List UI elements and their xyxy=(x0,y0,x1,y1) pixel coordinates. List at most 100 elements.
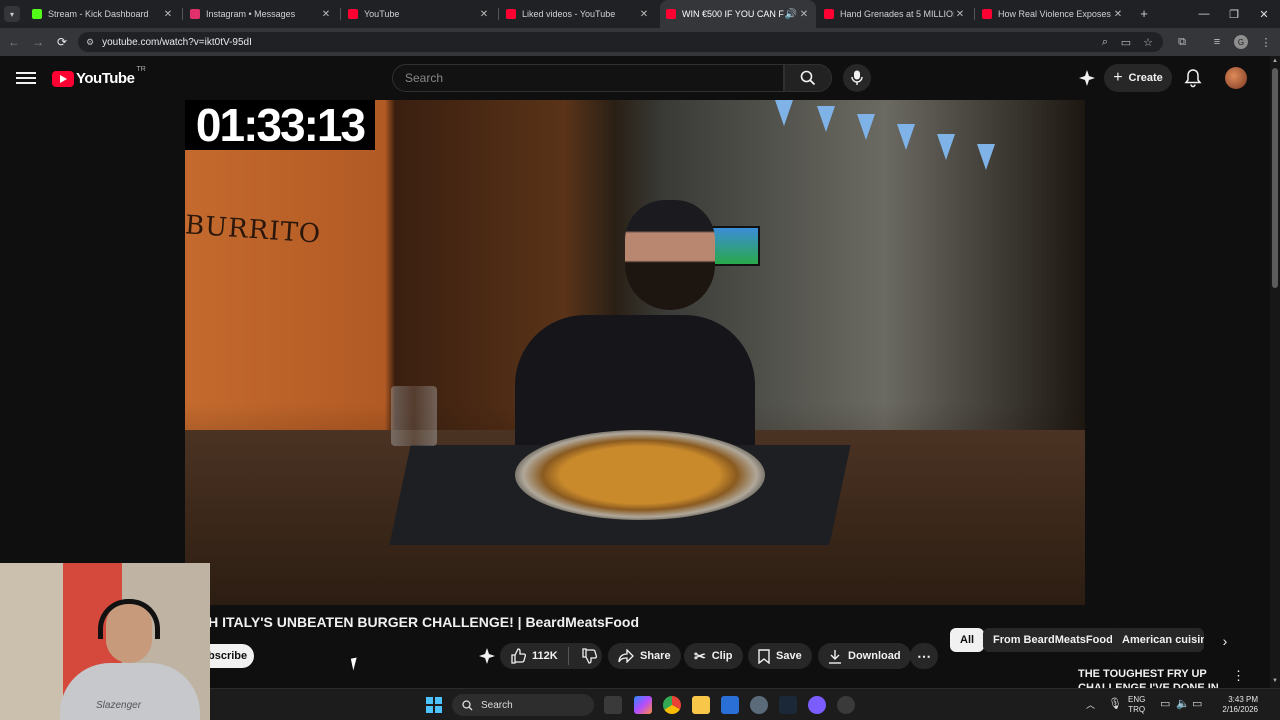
site-info-icon[interactable]: ⚙ xyxy=(86,37,94,48)
scroll-down-icon[interactable]: ▼ xyxy=(1272,678,1278,684)
back-icon[interactable]: ← xyxy=(4,32,24,52)
chip-all[interactable]: All xyxy=(950,628,985,652)
more-actions-icon[interactable]: ⋯ xyxy=(910,643,938,669)
volume-icon[interactable]: 🔈 xyxy=(1176,697,1190,710)
audio-playing-icon[interactable]: 🔊 xyxy=(784,9,798,20)
browser-toolbar: ← → ⟳ ⚙ youtube.com/watch?v=ikt0tV-95dI … xyxy=(0,28,1280,56)
address-bar[interactable]: ⚙ youtube.com/watch?v=ikt0tV-95dI xyxy=(78,32,1163,52)
tray-overflow-icon[interactable]: ︿ xyxy=(1086,698,1095,711)
notifications-bell-icon[interactable] xyxy=(1184,68,1202,88)
close-tab-icon[interactable]: ✕ xyxy=(954,9,966,20)
photos-app-icon[interactable] xyxy=(721,696,739,714)
youtube-logo[interactable]: YouTube TR xyxy=(52,66,146,87)
close-tab-icon[interactable]: ✕ xyxy=(320,9,332,20)
scroll-up-icon[interactable]: ▲ xyxy=(1272,58,1278,64)
bookmark-star-icon[interactable]: ☆ xyxy=(1138,32,1158,52)
tray-microphone-icon[interactable]: 🎙 xyxy=(1108,697,1122,710)
close-window-icon[interactable]: ✕ xyxy=(1248,0,1280,28)
taskbar-search[interactable]: Search xyxy=(452,694,594,716)
browser-menu-icon[interactable]: ⋮ xyxy=(1256,32,1276,52)
ai-ask-icon[interactable] xyxy=(478,647,496,665)
share-label: Share xyxy=(640,650,671,662)
user-avatar[interactable] xyxy=(1225,67,1247,89)
youtube-favicon-icon xyxy=(982,9,992,19)
restore-icon[interactable]: ❐ xyxy=(1218,0,1250,28)
copilot-icon[interactable] xyxy=(634,696,652,714)
headset-icon xyxy=(98,599,160,639)
plus-icon: + xyxy=(1113,69,1123,86)
recommendation-menu-icon[interactable]: ⋮ xyxy=(1232,668,1245,684)
scissors-icon: ✂ xyxy=(694,647,706,664)
tab-instagram-messages[interactable]: Instagram • Messages ✕ xyxy=(184,0,338,28)
chrome-icon[interactable] xyxy=(663,696,681,714)
save-button[interactable]: Save xyxy=(748,643,812,669)
search-placeholder: Search xyxy=(405,71,444,85)
cast-icon[interactable]: ▭ xyxy=(1116,32,1136,52)
tab-liked-videos[interactable]: Liked videos - YouTube ✕ xyxy=(500,0,656,28)
ai-sparkle-icon[interactable] xyxy=(1078,69,1096,87)
language-code: ENG xyxy=(1128,695,1146,704)
youtube-favicon-icon xyxy=(506,9,516,19)
video-player[interactable]: BURRITO 01:33:13 xyxy=(185,100,1085,605)
search-button[interactable] xyxy=(784,64,832,92)
country-code: TR xyxy=(136,66,146,73)
hamburger-menu-icon[interactable] xyxy=(16,68,36,88)
close-tab-icon[interactable]: ✕ xyxy=(638,9,650,20)
tab-active-video[interactable]: WIN €500 IF YOU CAN FINI 🔊 ✕ xyxy=(660,0,816,28)
media-player-icon[interactable] xyxy=(808,696,826,714)
clock[interactable]: 3:43 PM 2/16/2026 xyxy=(1214,695,1258,715)
recommendation-title[interactable]: THE TOUGHEST FRY UP CHALLENGE I'VE DONE … xyxy=(1078,667,1228,688)
create-label: Create xyxy=(1128,72,1163,84)
task-view-icon[interactable] xyxy=(604,696,622,714)
minimize-icon[interactable]: — xyxy=(1188,0,1220,28)
scroll-thumb[interactable] xyxy=(1272,68,1278,288)
close-tab-icon[interactable]: ✕ xyxy=(162,9,174,20)
create-button[interactable]: + Create xyxy=(1104,64,1172,92)
tab-hand-grenades[interactable]: Hand Grenades at 5 MILLION F ✕ xyxy=(818,0,972,28)
chevron-right-icon[interactable]: › xyxy=(1214,630,1236,652)
dislike-button[interactable] xyxy=(575,648,597,664)
clip-button[interactable]: ✂ Clip xyxy=(684,643,743,669)
clock-time: 3:43 PM xyxy=(1228,695,1258,704)
reload-icon[interactable]: ⟳ xyxy=(52,32,72,52)
page-scrollbar[interactable]: ▲ ▼ xyxy=(1270,56,1280,688)
tab-title: Hand Grenades at 5 MILLION F xyxy=(840,9,954,19)
zoom-icon[interactable]: ⌕ xyxy=(1095,32,1115,52)
chip-american-cuisine[interactable]: American cuisine xyxy=(1112,628,1204,652)
tab-search-dropdown-icon[interactable]: ▾ xyxy=(4,6,20,22)
new-tab-button[interactable]: + xyxy=(1136,6,1152,22)
microphone-icon xyxy=(851,70,863,85)
webcam-person-torso xyxy=(60,663,200,720)
voice-search-button[interactable] xyxy=(843,64,871,92)
forward-icon[interactable]: → xyxy=(28,32,48,52)
video-scene-glass xyxy=(391,386,437,446)
search-input[interactable]: Search xyxy=(392,64,784,92)
like-button[interactable]: 112K xyxy=(510,648,558,664)
tab-kick-dashboard[interactable]: Stream - Kick Dashboard ✕ xyxy=(26,0,180,28)
close-tab-icon[interactable]: ✕ xyxy=(1112,9,1124,20)
extensions-icon[interactable]: ⧉ xyxy=(1172,32,1192,52)
tab-youtube[interactable]: YouTube ✕ xyxy=(342,0,496,28)
profile-avatar[interactable]: G xyxy=(1234,35,1248,49)
settings-gear-icon[interactable] xyxy=(750,696,768,714)
network-icon[interactable]: ▭ xyxy=(1160,697,1170,710)
close-tab-icon[interactable]: ✕ xyxy=(798,9,810,20)
close-tab-icon[interactable]: ✕ xyxy=(478,9,490,20)
tab-title: WIN €500 IF YOU CAN FINI xyxy=(682,9,784,19)
recommendation-thumbnail[interactable] xyxy=(948,666,1072,688)
battery-icon[interactable]: ▭ xyxy=(1192,697,1202,710)
chip-from-channel[interactable]: From BeardMeatsFood xyxy=(983,628,1123,652)
language-indicator[interactable]: ENG TRQ xyxy=(1128,695,1145,715)
keyboard-layout: TRQ xyxy=(1128,705,1146,714)
tab-real-violence[interactable]: How Real Violence Exposes A M ✕ xyxy=(976,0,1130,28)
reading-list-icon[interactable]: ≡ xyxy=(1207,32,1227,52)
tab-title: YouTube xyxy=(364,9,400,19)
obs-icon[interactable] xyxy=(837,696,855,714)
url-text: youtube.com/watch?v=ikt0tV-95dI xyxy=(102,36,252,48)
windows-start-icon[interactable] xyxy=(426,697,442,713)
file-explorer-icon[interactable] xyxy=(692,696,710,714)
share-button[interactable]: Share xyxy=(608,643,681,669)
download-button[interactable]: Download xyxy=(818,643,911,669)
steam-icon[interactable] xyxy=(779,696,797,714)
video-title: CH ITALY'S UNBEATEN BURGER CHALLENGE! | … xyxy=(198,614,640,630)
